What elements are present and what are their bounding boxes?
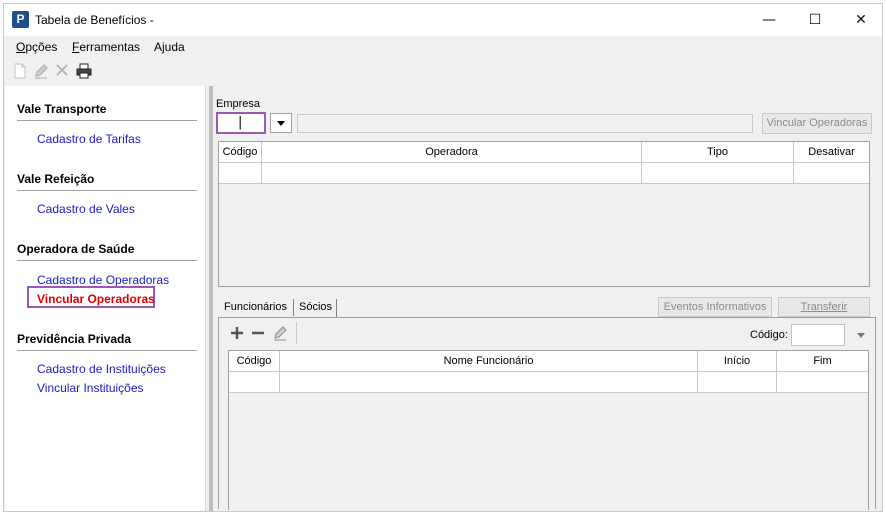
splitter[interactable] [209, 86, 213, 511]
menu-bar: Opções Ferramentas Ajuda [4, 37, 882, 57]
new-document-icon[interactable] [11, 63, 29, 81]
codigo-input[interactable] [791, 324, 845, 346]
tab-socios[interactable]: Sócios [295, 299, 338, 317]
operadoras-grid: Código Operadora Tipo Desativar [218, 141, 870, 287]
title-bar: P Tabela de Benefícios - — ☐ ✕ [4, 4, 882, 36]
column-header-inicio[interactable]: Início [698, 351, 777, 372]
funcionarios-grid: Código Nome Funcionário Início Fim [228, 350, 869, 510]
menu-opcoes-label: pções [25, 40, 58, 54]
section-title-operadora-de-saude: Operadora de Saúde [17, 242, 135, 256]
table-cell[interactable] [794, 163, 869, 184]
empresa-description-field [297, 114, 753, 133]
maximize-button[interactable]: ☐ [792, 4, 838, 36]
edit-pencil-icon[interactable] [32, 63, 50, 81]
empresa-dropdown-button[interactable] [270, 113, 292, 133]
toolbar [4, 60, 882, 84]
section-divider [17, 260, 197, 261]
transferir-button[interactable]: Transferir [778, 297, 870, 317]
table-cell[interactable] [229, 372, 280, 393]
sidebar: Vale Transporte Cadastro de Tarifas Vale… [5, 86, 206, 511]
link-vincular-operadoras[interactable]: Vincular Operadoras [37, 292, 155, 306]
link-cadastro-de-tarifas[interactable]: Cadastro de Tarifas [37, 132, 141, 146]
main-panel: Empresa | Vincular Operadoras Código Ope… [209, 86, 882, 511]
section-divider [17, 190, 197, 191]
edit-pencil-icon[interactable] [271, 324, 289, 342]
eventos-informativos-button[interactable]: Eventos Informativos [658, 297, 772, 317]
menu-opcoes[interactable]: Opções [16, 40, 57, 54]
column-header-tipo[interactable]: Tipo [642, 142, 794, 163]
link-cadastro-de-operadoras[interactable]: Cadastro de Operadoras [37, 273, 169, 287]
link-cadastro-de-vales[interactable]: Cadastro de Vales [37, 202, 135, 216]
app-logo-icon: P [12, 11, 29, 28]
section-title-vale-refeicao: Vale Refeição [17, 172, 95, 186]
table-cell[interactable] [280, 372, 698, 393]
table-cell[interactable] [642, 163, 794, 184]
menu-ferramentas[interactable]: Ferramentas [72, 40, 140, 54]
codigo-dropdown-button[interactable] [850, 324, 872, 346]
column-header-desativar[interactable]: Desativar [794, 142, 869, 163]
add-icon[interactable] [228, 324, 246, 342]
tab-funcionarios[interactable]: Funcionários [220, 299, 291, 317]
toolbar-separator [296, 322, 297, 344]
empresa-code-input[interactable]: | [216, 112, 266, 134]
delete-x-icon[interactable] [53, 63, 71, 81]
app-window: P Tabela de Benefícios - — ☐ ✕ Opções Fe… [3, 3, 883, 512]
column-header-nome-funcionario[interactable]: Nome Funcionário [280, 351, 698, 372]
menu-ferramentas-label: erramentas [79, 40, 141, 54]
section-divider [17, 350, 197, 351]
codigo-label: Código: [750, 329, 788, 341]
column-header-fim[interactable]: Fim [777, 351, 868, 372]
chevron-down-icon [277, 121, 285, 126]
window-title: Tabela de Benefícios - [35, 13, 154, 27]
menu-ajuda[interactable]: Ajuda [154, 40, 185, 54]
table-cell[interactable] [262, 163, 642, 184]
link-cadastro-de-instituicoes[interactable]: Cadastro de Instituições [37, 362, 166, 376]
section-title-vale-transporte: Vale Transporte [17, 102, 107, 116]
printer-icon[interactable] [75, 63, 93, 81]
table-cell[interactable] [777, 372, 868, 393]
tab-separator [293, 299, 294, 316]
minimize-button[interactable]: — [746, 4, 792, 36]
tab-content-funcionarios: Código: Código Nome Funcionário Início F… [218, 317, 876, 510]
column-header-codigo[interactable]: Código [229, 351, 280, 372]
column-header-operadora[interactable]: Operadora [262, 142, 642, 163]
link-vincular-instituicoes[interactable]: Vincular Instituições [37, 381, 144, 395]
section-title-previdencia-privada: Previdência Privada [17, 332, 132, 346]
close-button[interactable]: ✕ [838, 4, 882, 36]
menu-ajuda-label: Ajuda [154, 40, 185, 54]
vincular-operadoras-button[interactable]: Vincular Operadoras [762, 113, 872, 134]
table-cell[interactable] [698, 372, 777, 393]
empresa-label: Empresa [216, 98, 261, 110]
section-divider [17, 120, 197, 121]
chevron-down-icon [857, 333, 865, 338]
column-header-codigo[interactable]: Código [219, 142, 262, 163]
menu-opcoes-mnemonic: O [16, 40, 26, 54]
table-cell[interactable] [219, 163, 262, 184]
remove-icon[interactable] [249, 324, 267, 342]
